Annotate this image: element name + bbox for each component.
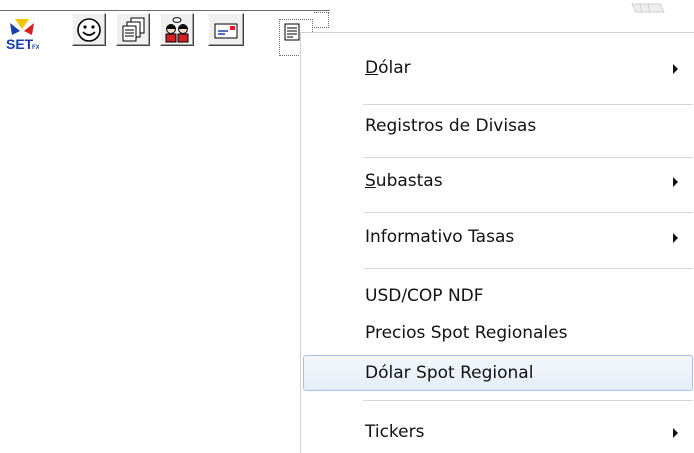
menu-item-subastas-label: ubastas [375,171,443,191]
menu-separator [363,104,693,105]
set-logo-text: SET [6,36,34,51]
menu-item-precios-spot-regionales[interactable]: Precios Spot Regionales [303,315,693,351]
menu-item-subastas[interactable]: Subastas [303,163,693,199]
menu-item-usd-cop-ndf[interactable]: USD/COP NDF [303,278,693,314]
submenu-arrow-icon [673,64,678,74]
toolbar-top-border [0,10,330,11]
mail-icon [214,23,238,39]
submenu-arrow-icon [673,233,678,243]
mail-button[interactable] [208,13,244,46]
menu-separator [363,400,693,401]
menu-item-tickers-label: Tickers [365,422,425,442]
menu-item-dolar[interactable]: Dólar [303,50,693,86]
documents-button[interactable] [116,13,150,46]
people-icon [165,17,189,43]
menu-separator [363,212,693,213]
menu-item-informativo-tasas[interactable]: Informativo Tasas [303,219,693,255]
menu-item-informativo-label: Informativo Tasas [365,227,515,247]
menu-item-dolar-spot-label: Dólar Spot Regional [365,363,534,383]
menu-button-extension [314,12,329,28]
menu-item-usd-cop-ndf-label: USD/COP NDF [365,286,484,306]
set-fx-logo-icon: SET FX [6,19,39,51]
set-logo-sub: FX [32,45,39,51]
menu-item-registros-label: Registros de Divisas [365,116,537,136]
submenu-arrow-icon [673,177,678,187]
stacked-documents-icon [122,17,145,42]
menu-item-subastas-mnemonic: S [365,171,376,191]
dropdown-menu: Dólar Registros de Divisas Subastas Info… [300,32,694,453]
submenu-arrow-icon [673,428,678,438]
smiley-button[interactable] [72,13,106,46]
menu-item-tickers[interactable]: Tickers [303,414,693,450]
menu-item-registros-de-divisas[interactable]: Registros de Divisas [303,108,693,144]
corner-decoration-icon [631,3,665,13]
menu-item-dolar-spot-regional[interactable]: Dólar Spot Regional [303,355,693,391]
smiley-icon [77,18,101,42]
menu-separator [363,268,693,269]
menu-item-dolar-mnemonic: D [365,58,379,78]
people-button[interactable] [160,13,194,46]
menu-item-precios-label: Precios Spot Regionales [365,323,568,343]
menu-separator [363,157,693,158]
menu-item-dolar-label: ólar [378,58,411,78]
set-fx-button[interactable]: SET FX [3,13,39,51]
